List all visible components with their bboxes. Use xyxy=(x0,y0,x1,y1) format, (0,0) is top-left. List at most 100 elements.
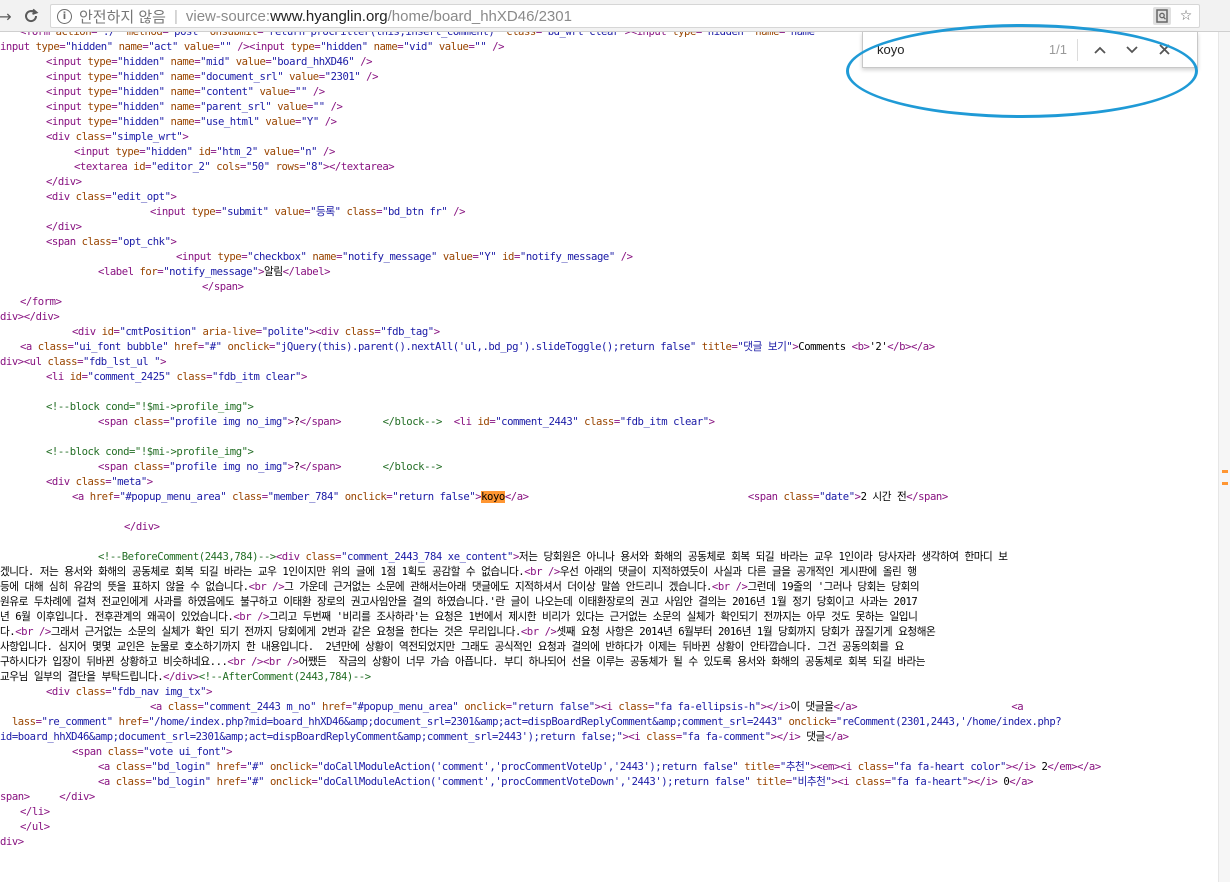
source-token xyxy=(0,716,12,728)
url-path: /home/board_hhXD46/2301 xyxy=(387,7,572,25)
source-token: <li xyxy=(453,416,478,428)
close-icon xyxy=(1158,44,1170,55)
source-token: "/home/index.php?mid=board_hhXD46&amp;do… xyxy=(148,716,789,728)
find-icon[interactable] xyxy=(1153,7,1171,25)
source-token: /> xyxy=(330,101,343,113)
source-token: <span xyxy=(46,236,82,248)
source-token: href xyxy=(321,701,346,713)
source-token: title xyxy=(701,341,732,353)
source-token: ><i xyxy=(622,731,647,743)
scrollbar[interactable] xyxy=(1218,32,1230,882)
source-token: value xyxy=(235,56,266,68)
source-token: "hidden" xyxy=(117,86,171,98)
source-token: <a xyxy=(1011,701,1024,713)
source-token: "cmtPosition" xyxy=(119,326,203,338)
source-line: <span class="opt_chk"> xyxy=(46,235,177,250)
source-token: <div xyxy=(72,326,102,338)
source-token: </li> xyxy=(20,806,50,818)
source-token: onsubmit xyxy=(209,32,258,38)
source-token: <br /> xyxy=(711,581,748,593)
star-icon[interactable]: ☆ xyxy=(1177,7,1195,25)
address-bar[interactable]: i 안전하지 않음 | view-source: www.hyanglin.org… xyxy=(50,4,1200,28)
back-icon[interactable]: → xyxy=(0,5,16,27)
source-token: "" xyxy=(219,41,238,53)
source-token: "hidden" xyxy=(701,32,756,38)
source-token: <span xyxy=(98,461,134,473)
find-previous-button[interactable] xyxy=(1084,37,1116,63)
source-token: </a> xyxy=(833,701,858,713)
source-line: span> </div> xyxy=(0,790,95,805)
source-token: <label xyxy=(98,266,140,278)
source-token: 2 xyxy=(1035,761,1048,773)
source-token: type xyxy=(672,32,696,38)
source-token: id xyxy=(502,251,514,263)
source-token: <input xyxy=(46,101,88,113)
source-token: id xyxy=(69,371,82,383)
source-token: <div xyxy=(46,476,76,488)
source-line: <form action="./" method="post" onsubmit… xyxy=(20,32,815,40)
find-bar: koyo 1/1 xyxy=(862,32,1198,68)
source-line: <input type="hidden" name="document_srl"… xyxy=(46,70,378,85)
source-token: "비추천" xyxy=(791,776,832,788)
source-token: 0 xyxy=(997,776,1010,788)
source-token: /> xyxy=(360,56,373,68)
source-token: "editor_2" xyxy=(151,161,217,173)
chevron-up-icon xyxy=(1094,46,1106,54)
source-token: "Y" xyxy=(300,116,325,128)
source-token: <!--block cond="!$mi->profile_img"> xyxy=(46,401,254,413)
source-token: href xyxy=(118,716,143,728)
source-token: "submit" xyxy=(221,206,275,218)
source-token: "vid" xyxy=(403,41,439,53)
source-token: "Y" xyxy=(478,251,503,263)
source-token: class xyxy=(232,491,262,503)
source-token: "bd_wrt clear" xyxy=(541,32,625,38)
source-token: "fdb_itm clear" xyxy=(619,416,709,428)
source-line: </form> xyxy=(20,295,62,310)
source-token: <input xyxy=(150,206,192,218)
source-token: "opt_chk" xyxy=(117,236,171,248)
find-close-button[interactable] xyxy=(1148,37,1180,63)
source-token: "post" xyxy=(168,32,210,38)
source-token: "bd_login" xyxy=(151,776,217,788)
source-token: 등에 대해 심히 유감의 뜻을 표하지 않을 수 없습니다. xyxy=(0,581,249,593)
source-token: "member_784" xyxy=(267,491,345,503)
source-token: value xyxy=(277,101,307,113)
source-token: name xyxy=(755,32,779,38)
source-token: class xyxy=(855,776,885,788)
reload-icon[interactable] xyxy=(20,5,42,27)
source-token xyxy=(442,416,454,428)
source-token: value xyxy=(265,116,296,128)
source-token: <input xyxy=(46,86,88,98)
source-token: "hidden" xyxy=(320,41,374,53)
source-line: <div class="simple_wrt"> xyxy=(46,130,189,145)
source-token: </span> xyxy=(202,281,244,293)
source-token: <br /> xyxy=(15,626,51,638)
source-token: 우선 아래의 댓글이 지적하였듯이 사실과 다른 글을 공개적인 게시판에 올린… xyxy=(559,566,917,578)
source-token: type xyxy=(35,41,60,53)
source-token: 그런데 19줄의 '그러나 당회는 당회의 xyxy=(747,581,920,593)
find-next-button[interactable] xyxy=(1116,37,1148,63)
source-line: <!--BeforeComment(2443,784)--><div class… xyxy=(98,550,1008,565)
source-token: onclick xyxy=(227,341,270,353)
source-token: <a xyxy=(72,491,90,503)
source-line: <label for="notify_message">알림</label> xyxy=(98,265,331,280)
source-line: 사항입니다. 심지어 몇몇 교인은 눈물로 호소하기까지 한 내용입니다. 2년… xyxy=(0,640,904,655)
source-token: id xyxy=(477,416,490,428)
source-token: <br /> xyxy=(520,626,557,638)
source-token: <br /> xyxy=(233,611,269,623)
source-token: type xyxy=(217,251,242,263)
find-input[interactable]: koyo xyxy=(877,42,1037,57)
source-token: class xyxy=(115,761,146,773)
source-token: </div> xyxy=(163,671,199,683)
info-icon[interactable]: i xyxy=(57,8,72,24)
source-token xyxy=(341,461,383,473)
source-token: 셋째 요청 사항은 2014년 6월부터 2016년 1월 당회까지 당회가 끊… xyxy=(556,626,936,638)
source-line: input type="hidden" name="act" value="" … xyxy=(0,40,504,55)
source-token: <input xyxy=(46,116,88,128)
source-token: '2' xyxy=(869,341,888,353)
source-token xyxy=(30,791,60,803)
source-line: <div class="fdb_nav img_tx"> xyxy=(46,685,212,700)
source-token: /> xyxy=(312,86,325,98)
source-token: "profile img no_img" xyxy=(169,416,288,428)
source-token: </ul> xyxy=(20,821,50,833)
